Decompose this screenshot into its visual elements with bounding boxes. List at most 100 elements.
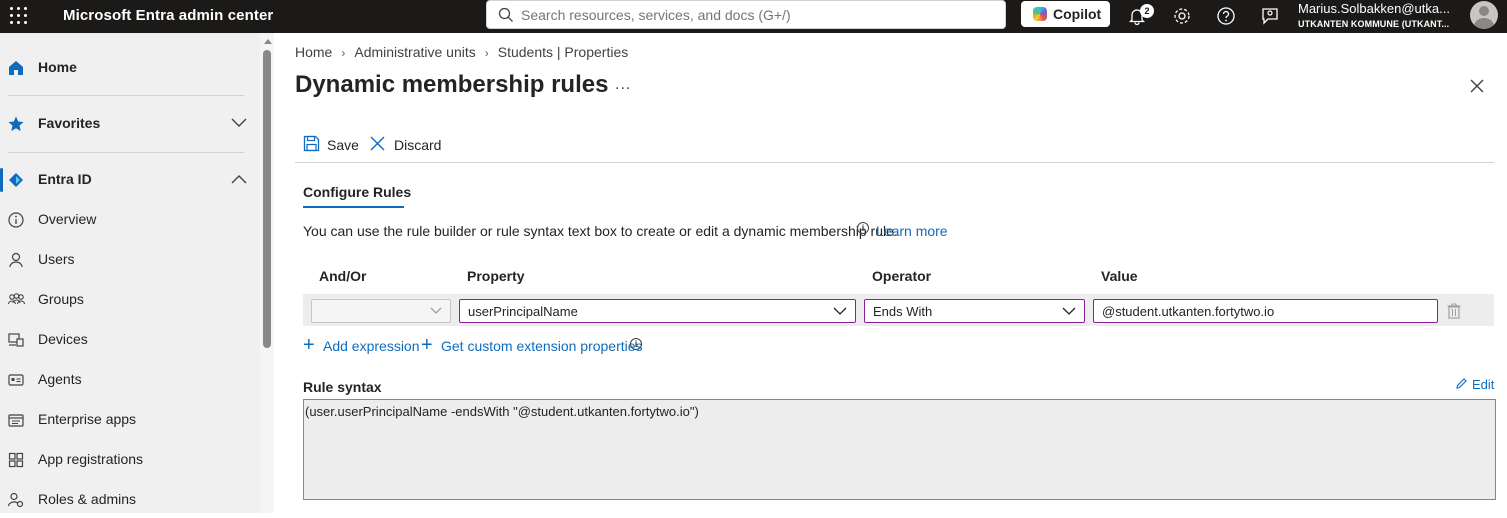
sidebar-item-label: Overview xyxy=(38,211,97,227)
sidebar-item-label: Favorites xyxy=(38,115,101,131)
sidebar-item-overview[interactable]: Overview xyxy=(0,202,260,238)
toolbar-divider xyxy=(295,162,1494,163)
search-box[interactable] xyxy=(486,0,1006,29)
info-icon[interactable]: i xyxy=(857,222,869,234)
sidebar-item-label: Devices xyxy=(38,331,88,347)
scroll-up-arrow-icon[interactable] xyxy=(264,39,272,44)
home-icon xyxy=(9,61,23,75)
search-input[interactable] xyxy=(521,5,991,25)
app-registrations-icon xyxy=(8,452,24,468)
column-header-and-or: And/Or xyxy=(319,268,367,284)
breadcrumb-administrative-units[interactable]: Administrative units xyxy=(354,44,475,60)
breadcrumb-students-properties[interactable]: Students | Properties xyxy=(498,44,628,60)
divider xyxy=(8,95,244,96)
rule-syntax-label: Rule syntax xyxy=(303,379,382,395)
breadcrumb-home[interactable]: Home xyxy=(295,44,332,60)
sidebar-item-enterprise-apps[interactable]: Enterprise apps xyxy=(0,402,260,438)
description-text: You can use the rule builder or rule syn… xyxy=(303,223,898,239)
delete-trash-icon[interactable] xyxy=(1447,303,1461,319)
sidebar-item-entra-id[interactable]: Entra ID xyxy=(0,162,260,198)
star-icon xyxy=(8,116,24,131)
edit-button[interactable]: Edit xyxy=(1455,377,1495,393)
enterprise-apps-icon xyxy=(8,414,24,427)
operator-value: Ends With xyxy=(873,304,933,319)
edit-label: Edit xyxy=(1472,377,1495,392)
top-bar: Microsoft Entra admin center Copilot 2 M… xyxy=(0,0,1507,33)
add-expression-button[interactable]: + Add expression xyxy=(303,334,420,357)
discard-x-icon xyxy=(370,136,385,151)
avatar[interactable] xyxy=(1470,1,1498,29)
save-icon xyxy=(303,135,320,152)
user-org[interactable]: UTKANTEN KOMMUNE (UTKANT... xyxy=(1298,19,1460,29)
add-expression-label: Add expression xyxy=(323,338,420,354)
devices-icon xyxy=(8,333,24,347)
value-text: @student.utkanten.fortytwo.io xyxy=(1102,304,1275,319)
sidebar-item-label: Roles & admins xyxy=(38,491,137,507)
chevron-down-icon xyxy=(833,307,847,315)
chevron-down-icon xyxy=(1062,307,1076,315)
value-input[interactable]: @student.utkanten.fortytwo.io xyxy=(1093,299,1438,323)
settings-gear-icon[interactable] xyxy=(1171,5,1193,27)
help-icon[interactable] xyxy=(1215,5,1237,27)
chevron-down-icon xyxy=(430,307,442,314)
learn-more-link[interactable]: Learn more xyxy=(876,223,948,239)
tab-active-underline xyxy=(303,206,404,208)
agents-icon xyxy=(8,374,24,386)
breadcrumb-separator-icon: › xyxy=(341,46,346,60)
rule-syntax-textbox[interactable]: (user.userPrincipalName -endsWith "@stud… xyxy=(303,399,1496,500)
app-title[interactable]: Microsoft Entra admin center xyxy=(63,7,273,24)
notification-badge: 2 xyxy=(1140,4,1154,18)
user-name[interactable]: Marius.Solbakken@utka... xyxy=(1298,1,1460,16)
sidebar-item-home[interactable]: Home xyxy=(0,50,260,86)
column-header-value: Value xyxy=(1101,268,1138,284)
sidebar-item-label: Agents xyxy=(38,371,82,387)
copilot-button[interactable]: Copilot xyxy=(1021,1,1110,27)
sidebar-item-devices[interactable]: Devices xyxy=(0,322,260,358)
discard-label: Discard xyxy=(394,137,442,153)
and-or-dropdown[interactable] xyxy=(311,299,451,323)
discard-button[interactable]: Discard xyxy=(369,134,442,156)
more-options-button[interactable]: ... xyxy=(615,76,631,94)
plus-icon: + xyxy=(421,334,433,356)
property-value: userPrincipalName xyxy=(468,304,578,319)
sidebar-item-label: Users xyxy=(38,251,75,267)
sidebar-item-app-registrations[interactable]: App registrations xyxy=(0,442,260,478)
feedback-icon[interactable] xyxy=(1259,5,1281,27)
sidebar-item-label: Enterprise apps xyxy=(38,411,137,427)
app-launcher-icon[interactable] xyxy=(10,7,28,25)
sidebar-item-label: Entra ID xyxy=(38,171,92,187)
search-icon xyxy=(498,7,513,22)
sidebar-item-users[interactable]: Users xyxy=(0,242,260,278)
property-dropdown[interactable]: userPrincipalName xyxy=(459,299,856,323)
sidebar-item-label: App registrations xyxy=(38,451,144,467)
sidebar: Home Favorites Entra ID Overview Users G… xyxy=(0,33,260,513)
sidebar-item-favorites[interactable]: Favorites xyxy=(0,106,260,142)
custom-extension-label: Get custom extension properties xyxy=(441,338,643,354)
info-icon[interactable]: i xyxy=(630,338,642,350)
pencil-icon xyxy=(1456,378,1467,389)
get-custom-extension-properties-button[interactable]: + Get custom extension properties xyxy=(421,334,643,357)
plus-icon: + xyxy=(303,334,315,356)
close-icon[interactable] xyxy=(1468,77,1486,95)
sidebar-item-label: Groups xyxy=(38,291,84,307)
divider xyxy=(8,152,244,153)
info-icon xyxy=(8,212,24,228)
scrollbar-thumb[interactable] xyxy=(263,50,271,348)
breadcrumb: Home › Administrative units › Students | Pro… xyxy=(295,44,628,60)
breadcrumb-separator-icon: › xyxy=(484,46,489,60)
chevron-down-icon[interactable] xyxy=(231,118,247,128)
sidebar-item-agents[interactable]: Agents xyxy=(0,362,260,398)
column-header-property: Property xyxy=(467,268,525,284)
save-button[interactable]: Save xyxy=(303,134,359,156)
rule-syntax-text: (user.userPrincipalName -endsWith "@stud… xyxy=(305,404,699,419)
tab-configure-rules[interactable]: Configure Rules xyxy=(303,184,411,200)
groups-icon xyxy=(7,293,25,305)
roles-icon xyxy=(7,492,24,508)
copilot-label: Copilot xyxy=(1053,6,1102,22)
chevron-up-icon[interactable] xyxy=(231,174,247,184)
user-icon xyxy=(9,252,23,268)
operator-dropdown[interactable]: Ends With xyxy=(864,299,1085,323)
column-header-operator: Operator xyxy=(872,268,932,284)
sidebar-item-groups[interactable]: Groups xyxy=(0,282,260,318)
save-label: Save xyxy=(327,137,359,153)
